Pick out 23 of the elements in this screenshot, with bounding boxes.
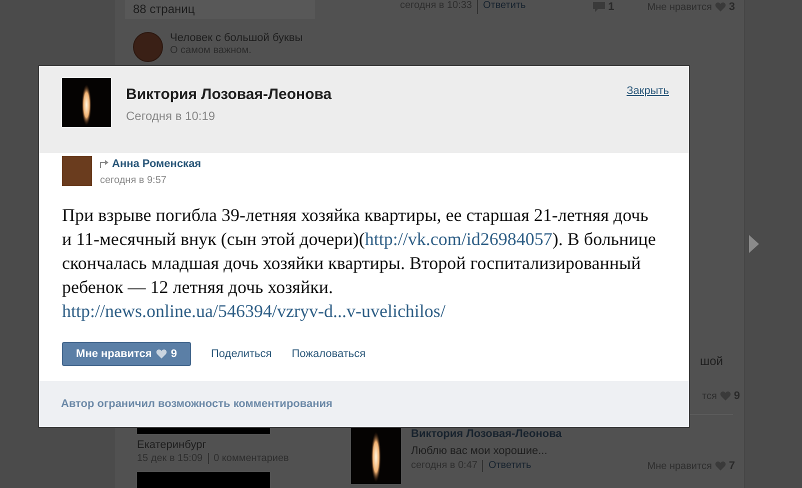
post-text: При взрыве погибла 39-летняя хозяйка квартиры, ее старшая 21-летняя дочь и 11-месячный внук (сын этой дочери)(http://vk.com/id26984057). В больнице скончалась младшая дочь хозяйки квартиры. Второй госпитализированный ребенок — 12 летняя дочь хозяйки. bbox=[62, 204, 657, 299]
reply-link[interactable]: Ответить bbox=[477, 0, 526, 14]
like-button[interactable]: Мне нравится 9 bbox=[62, 342, 191, 366]
reply-link[interactable]: Ответить bbox=[482, 460, 532, 472]
comments-disabled-notice: Автор ограничил возможность комментирования bbox=[61, 398, 332, 410]
post-date: Сегодня в 10:19 bbox=[126, 109, 216, 123]
action-link[interactable]: Пожаловаться bbox=[292, 348, 366, 360]
photo-placeholder bbox=[62, 156, 92, 186]
group-avatar bbox=[133, 32, 163, 62]
pages-count: 88 страниц bbox=[133, 2, 195, 16]
next-arrow-icon bbox=[749, 235, 759, 253]
pages-box[interactable]: 88 страниц bbox=[125, 0, 315, 19]
post-date: сегодня в 9:57 bbox=[100, 175, 168, 186]
repost-arrow-icon bbox=[100, 160, 109, 168]
action-link[interactable]: Поделиться bbox=[211, 348, 272, 360]
link[interactable]: http://vk.com/id26984057 bbox=[364, 229, 552, 249]
author-name[interactable]: Анна Роменская bbox=[112, 158, 202, 170]
author-name[interactable]: Виктория Лозовая-Леонова bbox=[411, 428, 745, 440]
author-name[interactable]: Виктория Лозовая-Леонова bbox=[126, 86, 612, 103]
heart-icon bbox=[156, 349, 167, 359]
close-link[interactable]: Закрыть bbox=[626, 85, 669, 97]
candle-photo bbox=[62, 78, 111, 127]
link[interactable]: http://news.online.ua/546394/vzryv-d...v-uvelichilos/ bbox=[62, 301, 446, 321]
